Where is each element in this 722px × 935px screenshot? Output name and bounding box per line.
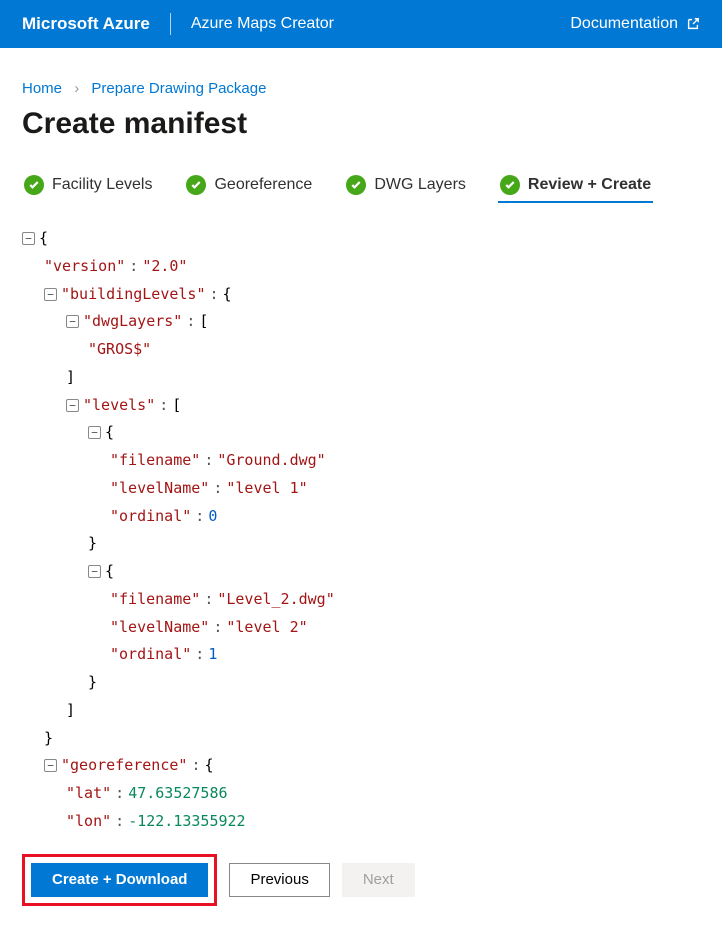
step-dwg-layers[interactable]: DWG Layers xyxy=(344,169,468,203)
json-key: "georeference" xyxy=(61,756,187,774)
collapse-icon[interactable]: − xyxy=(66,315,79,328)
page-title: Create manifest xyxy=(22,107,700,141)
json-key: "filename" xyxy=(110,590,200,608)
json-value: "Ground.dwg" xyxy=(217,451,325,469)
external-link-icon xyxy=(686,17,700,31)
documentation-label: Documentation xyxy=(570,15,678,33)
step-label: Facility Levels xyxy=(52,176,152,194)
collapse-icon[interactable]: − xyxy=(44,759,57,772)
previous-button[interactable]: Previous xyxy=(229,863,329,897)
step-facility-levels[interactable]: Facility Levels xyxy=(22,169,154,203)
json-key: "dwgLayers" xyxy=(83,312,182,330)
step-label: Georeference xyxy=(214,176,312,194)
main-content: Home › Prepare Drawing Package Create ma… xyxy=(0,48,722,846)
json-value: "level 2" xyxy=(226,618,307,636)
step-label: DWG Layers xyxy=(374,176,466,194)
json-value: "Level_2.dwg" xyxy=(217,590,334,608)
check-icon xyxy=(24,175,44,195)
collapse-icon[interactable]: − xyxy=(88,426,101,439)
brand-label: Microsoft Azure xyxy=(22,14,150,34)
step-georeference[interactable]: Georeference xyxy=(184,169,314,203)
json-key: "levelName" xyxy=(110,479,209,497)
create-download-button[interactable]: Create + Download xyxy=(31,863,208,897)
collapse-icon[interactable]: − xyxy=(66,399,79,412)
wizard-steps: Facility Levels Georeference DWG Layers … xyxy=(22,169,700,203)
collapse-icon[interactable]: − xyxy=(22,232,35,245)
documentation-link[interactable]: Documentation xyxy=(570,15,700,33)
collapse-icon[interactable]: − xyxy=(88,565,101,578)
check-icon xyxy=(500,175,520,195)
json-key: "ordinal" xyxy=(110,507,191,525)
json-value: "GROS$" xyxy=(88,340,151,358)
breadcrumb: Home › Prepare Drawing Package xyxy=(22,80,700,97)
product-label: Azure Maps Creator xyxy=(191,15,334,33)
json-key: "lat" xyxy=(66,784,111,802)
check-icon xyxy=(186,175,206,195)
json-value: -122.13355922 xyxy=(128,812,245,830)
json-preview: −{ "version":"2.0" −"buildingLevels":{ −… xyxy=(22,225,700,846)
highlight-annotation: Create + Download xyxy=(22,854,217,906)
json-key: "buildingLevels" xyxy=(61,285,206,303)
step-review-create[interactable]: Review + Create xyxy=(498,169,653,203)
check-icon xyxy=(346,175,366,195)
json-key: "lon" xyxy=(66,812,111,830)
chevron-right-icon: › xyxy=(74,80,79,97)
header-divider xyxy=(170,13,171,35)
breadcrumb-home[interactable]: Home xyxy=(22,80,62,97)
json-key: "levelName" xyxy=(110,618,209,636)
json-key: "levels" xyxy=(83,396,155,414)
collapse-icon[interactable]: − xyxy=(44,288,57,301)
step-label: Review + Create xyxy=(528,176,651,194)
json-key: "ordinal" xyxy=(110,645,191,663)
json-value: 1 xyxy=(208,645,217,663)
breadcrumb-package[interactable]: Prepare Drawing Package xyxy=(91,80,266,97)
json-key: "version" xyxy=(44,257,125,275)
json-value: 47.63527586 xyxy=(128,784,227,802)
json-value: "2.0" xyxy=(142,257,187,275)
footer-actions: Create + Download Previous Next xyxy=(0,846,722,920)
top-header: Microsoft Azure Azure Maps Creator Docum… xyxy=(0,0,722,48)
json-value: "level 1" xyxy=(226,479,307,497)
json-key: "filename" xyxy=(110,451,200,469)
next-button: Next xyxy=(342,863,415,897)
json-value: 0 xyxy=(208,507,217,525)
